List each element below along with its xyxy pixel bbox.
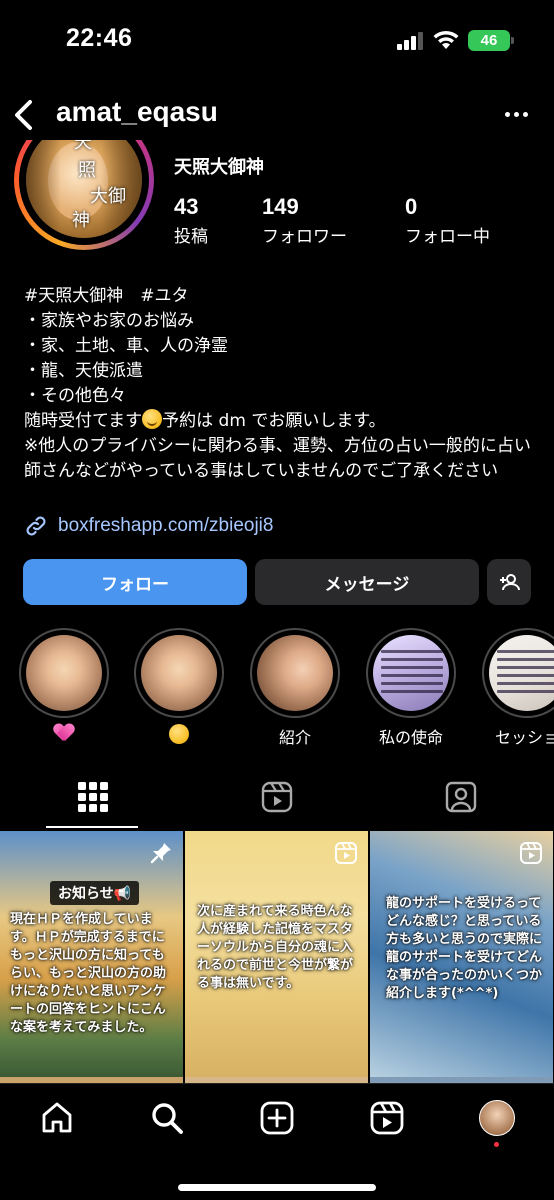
posts-grid: お知らせ📢 現在ＨＰを作成しています。ＨＰが完成するまでにもっと沢山の方に知って… [0,831,554,1083]
profile-link[interactable]: boxfreshapp.com/zbieoji8 [24,514,273,538]
status-time: 22:46 [66,24,133,52]
notification-dot [494,1142,499,1147]
status-bar: 22:46 46 [0,0,554,84]
highlight-item[interactable] [134,628,224,748]
post-thumbnail[interactable]: 龍のサポートを受けるってどんな感じ？と思っている方も多いと思うので実際に龍のサポ… [370,831,553,1077]
stat-label: フォロー中 [405,227,490,247]
active-tab-indicator [46,826,138,828]
smiling-hearts-emoji-icon [169,724,189,744]
message-button[interactable]: メッセージ [255,559,479,605]
highlight-item[interactable] [19,628,109,746]
suggested-users-button[interactable] [487,559,531,605]
highlight-cover [257,635,333,711]
profile-avatar[interactable]: 天 照 大御 神 [12,140,155,252]
avatar-kanji-3: 大御 [90,186,126,207]
back-arrow-icon[interactable] [10,98,38,132]
bio-line: ・家、土地、車、人の浄霊 [24,336,228,356]
add-person-icon [500,574,520,591]
more-options-icon[interactable] [500,100,532,128]
bottom-navigation [0,1083,554,1200]
bio-line: ・龍、天使派遣 [24,361,143,381]
bio-line: ※他人のプライバシーに関わる事、運勢、方位の占い一般的に占い師さんなどがやってい… [24,436,531,481]
highlight-label: 私の使命 [378,728,443,747]
link-icon [26,516,46,536]
bio-line: ・その他色々 [24,386,126,406]
smiling-face-emoji-icon [142,409,163,429]
grid-tab-icon[interactable] [76,780,110,814]
bio-text: 随時受付てます [24,411,143,431]
stat-number: 0 [405,194,418,219]
avatar-kanji-2: 照 [78,160,96,181]
highlight-label: 紹介 [278,728,311,747]
stat-number: 43 [174,194,199,219]
post-caption: 次に産まれて来る時色んな人が経験した記憶をマスターソウルから自分の魂に入れるので… [197,904,354,991]
reel-indicator-icon [520,842,542,864]
home-icon[interactable] [39,1100,75,1136]
reels-tab-icon[interactable] [260,780,294,814]
profile-tabs [0,770,554,830]
tagged-tab-icon[interactable] [444,780,478,814]
bio-line: #天照大御神 #ユタ [24,286,189,306]
post-thumbnail[interactable]: お知らせ📢 現在ＨＰを作成しています。ＨＰが完成するまでにもっと沢山の方に知って… [0,831,183,1077]
reels-icon[interactable] [369,1100,405,1136]
stat-number: 149 [262,194,299,219]
cellular-signal-icon [397,32,423,50]
stat-label: 投稿 [174,227,208,247]
profile-avatar-icon[interactable] [479,1100,515,1136]
followers-count[interactable]: 149 フォロワー [262,194,347,247]
bio-line: ・家族やお家のお悩み [24,311,194,331]
highlight-cover [373,635,449,711]
reel-indicator-icon [335,842,357,864]
post-caption: 現在ＨＰを作成しています。ＨＰが完成するまでにもっと沢山の方に知ってもらい、もっ… [10,912,167,1035]
highlight-label: セッショ [494,728,554,747]
home-indicator [178,1184,376,1191]
post-badge: お知らせ📢 [50,881,140,905]
stat-label: フォロワー [262,227,347,247]
avatar-image: 天 照 大御 神 [26,140,142,238]
profile-header: amat_eqasu [0,88,554,142]
bio-line: 随時受付てます 予約は dm でお願いします。 [24,409,544,434]
bio-text: 予約は dm でお願いします。 [162,411,386,431]
highlight-cover [489,635,554,711]
search-icon[interactable] [149,1100,185,1136]
wifi-icon [433,30,459,49]
profile-bio: #天照大御神 #ユタ ・家族やお家のお悩み ・家、土地、車、人の浄霊 ・龍、天使… [24,284,544,484]
posts-count[interactable]: 43 投稿 [174,194,208,247]
create-post-icon[interactable] [259,1100,295,1136]
avatar-kanji-4: 神 [72,210,90,231]
link-text: boxfreshapp.com/zbieoji8 [58,515,274,536]
story-highlights: 紹介 私の使命 セッショ [0,628,554,748]
post-caption: 龍のサポートを受けるってどんな感じ？と思っている方も多いと思うので実際に龍のサポ… [386,896,543,1001]
following-count[interactable]: 0 フォロー中 [405,194,490,247]
battery-level: 46 [480,32,498,49]
post-thumbnail[interactable]: 次に産まれて来る時色んな人が経験した記憶をマスターソウルから自分の魂に入れるので… [185,831,368,1077]
highlight-cover [141,635,217,711]
pin-icon [150,843,171,864]
display-name: 天照大御神 [174,157,264,178]
username: amat_eqasu [56,96,218,127]
heart-gift-icon [54,724,74,742]
follow-button[interactable]: フォロー [23,559,247,605]
highlight-item[interactable]: セッショ [482,628,554,748]
highlight-item[interactable]: 私の使命 [366,628,456,748]
avatar-kanji-1: 天 [74,140,92,153]
highlight-item[interactable]: 紹介 [250,628,340,748]
battery-indicator: 46 [468,30,514,51]
highlight-cover [26,635,102,711]
